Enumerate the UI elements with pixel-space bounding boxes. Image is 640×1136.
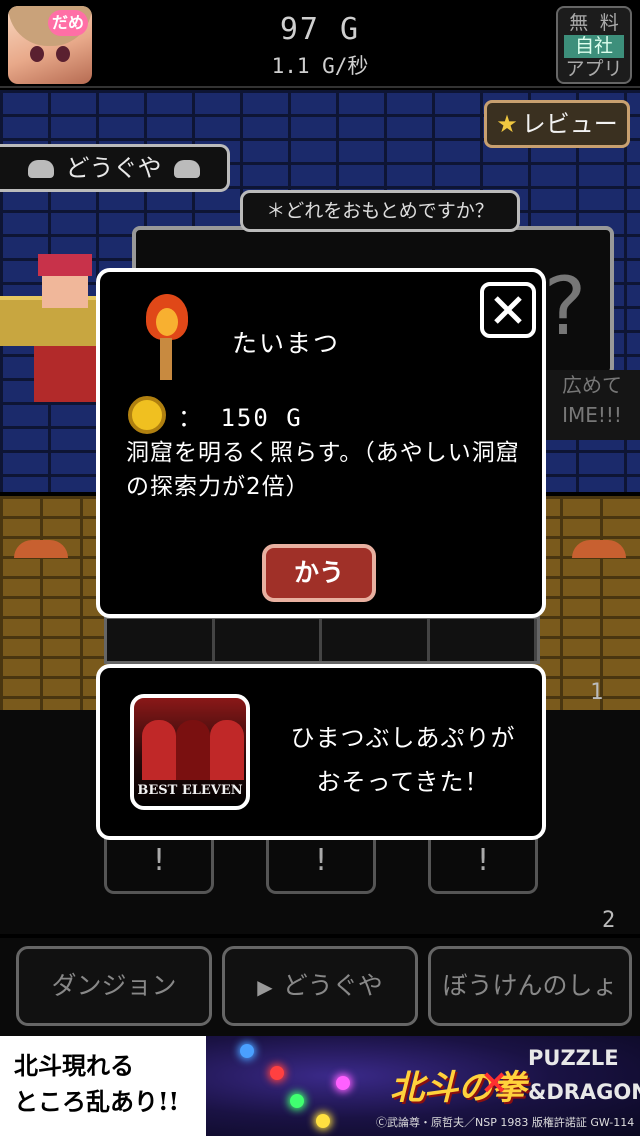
mystery-slot-1[interactable]: ! xyxy=(104,838,214,894)
count-1: 1 xyxy=(590,680,604,705)
player-figure xyxy=(176,720,210,780)
free-app-label-1: 無 料 xyxy=(569,12,619,34)
player-figure xyxy=(210,720,244,780)
ad-left-line-2: ところ乱あり!! xyxy=(14,1087,180,1116)
mystery-slot-2[interactable]: ! xyxy=(266,838,376,894)
shop-title: どうぐや xyxy=(65,154,162,182)
orb-icon xyxy=(290,1094,304,1108)
ad-left-line-1: 北斗現れる xyxy=(14,1051,134,1080)
nav-adventure-log[interactable]: ぼうけんのしょ xyxy=(428,946,632,1026)
ad-copyright: Ⓒ武論尊・原哲夫／NSP 1983 版権許諾証 GW-114 xyxy=(376,1116,635,1129)
lamp-icon-left xyxy=(14,540,68,558)
free-app-button[interactable]: 無 料 自社 アプリ xyxy=(556,6,632,84)
review-label: レビュー xyxy=(521,110,618,138)
nav-shop-label: どうぐや xyxy=(282,971,383,1000)
item-price: ： 150 G xyxy=(178,404,303,432)
torch-stick xyxy=(160,338,172,380)
promo-app-icon[interactable]: BEST ELEVEN xyxy=(130,694,250,810)
pot-icon-right xyxy=(173,160,200,178)
promo-text-line-2: おそってきた！ xyxy=(316,768,490,796)
promo-text[interactable]: ひまつぶしあぷりが おそってきた！ xyxy=(268,716,538,804)
orb-icon xyxy=(336,1076,350,1090)
orb-icon xyxy=(316,1114,330,1128)
review-button[interactable]: ★ レビュー xyxy=(484,100,630,148)
gold-total: 97 G xyxy=(279,12,361,47)
shop-title-banner: どうぐや xyxy=(0,144,230,192)
ad-pd-line-1: PUZZLE xyxy=(528,1046,619,1070)
ad-text-panel[interactable]: 北斗現れる ところ乱あり!! xyxy=(0,1036,206,1136)
buy-button[interactable]: かう xyxy=(262,544,376,602)
share-hint-line-1: 広めて xyxy=(562,373,622,397)
free-app-label-3: アプリ xyxy=(565,58,623,80)
shopkeeper-body xyxy=(34,346,98,402)
tool-slots xyxy=(104,616,540,664)
shopkeeper-prompt: ＊どれをおもとめですか？ xyxy=(240,190,520,232)
torch-icon xyxy=(138,294,196,384)
tool-slot[interactable] xyxy=(430,619,537,661)
orb-icon xyxy=(240,1044,254,1058)
avatar-badge: だめ xyxy=(48,10,88,36)
coin-icon xyxy=(128,396,166,434)
active-marker-icon: ▶ xyxy=(257,975,273,999)
shopkeeper-face xyxy=(42,276,88,308)
torch-flame-core xyxy=(156,308,178,336)
share-hint-line-2: IME!!! xyxy=(562,403,622,427)
shopkeeper-hat xyxy=(38,254,92,276)
tool-slot[interactable] xyxy=(215,619,322,661)
avatar[interactable]: だめ xyxy=(8,6,92,84)
nav-shop[interactable]: ▶ どうぐや xyxy=(222,946,418,1026)
promo-icon-label: BEST ELEVEN xyxy=(137,783,243,798)
player-figure xyxy=(142,720,176,780)
avatar-eye-right xyxy=(56,46,70,62)
pot-icon-left xyxy=(27,160,54,178)
count-2: 2 xyxy=(602,908,616,933)
mystery-slot-3[interactable]: ! xyxy=(428,838,538,894)
locked-item-question: ? xyxy=(540,260,589,353)
item-description: 洞窟を明るく照らす。（あやしい洞窟の探索力が2倍） xyxy=(126,440,520,500)
promo-text-line-1: ひまつぶしあぷりが xyxy=(290,724,516,752)
tool-slot[interactable] xyxy=(322,619,430,661)
close-icon[interactable] xyxy=(480,282,536,338)
share-hint[interactable]: 広めて IME!!! xyxy=(544,370,640,440)
avatar-eye-left xyxy=(30,46,44,62)
free-app-label-2: 自社 xyxy=(564,35,624,58)
orb-icon xyxy=(270,1066,284,1080)
tool-slot[interactable] xyxy=(107,619,215,661)
shopkeeper-sprite xyxy=(28,254,102,404)
gold-rate: 1.1 G/秒 xyxy=(271,54,369,78)
ad-pd-line-2: &DRAGONS xyxy=(528,1080,640,1104)
lamp-icon-right xyxy=(572,540,626,558)
item-name: たいまつ xyxy=(232,329,341,358)
nav-dungeon[interactable]: ダンジョン xyxy=(16,946,212,1026)
star-icon: ★ xyxy=(496,110,518,138)
ad-times: × xyxy=(480,1062,509,1102)
